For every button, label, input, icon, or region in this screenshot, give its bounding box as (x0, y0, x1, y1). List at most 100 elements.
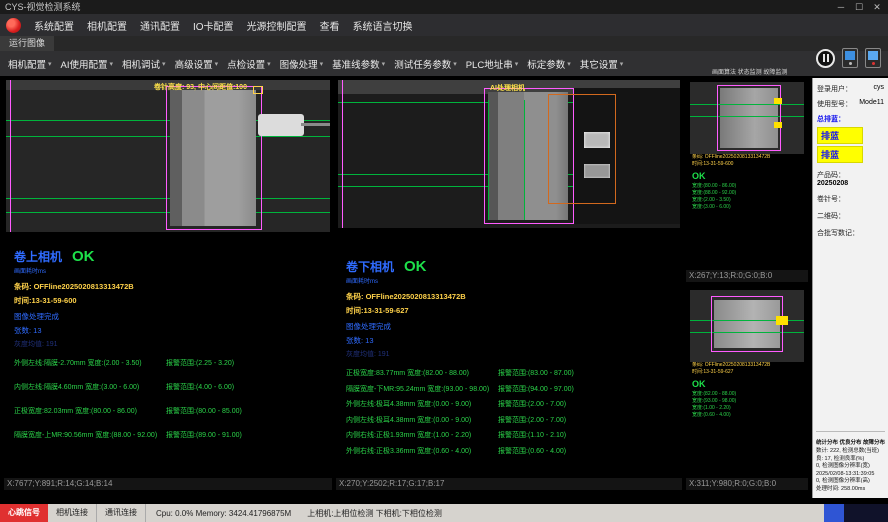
toolbar-item-calibration-params[interactable]: 标定参数▾ (527, 57, 571, 71)
measurement-text: 宽度:(0.60 - 4.00) (692, 412, 808, 419)
statistics-line: 数计: 222, 检测总数(当班) (816, 448, 886, 456)
camera-record-icon (872, 62, 875, 65)
cpu-memory-status: Cpu: 0.0% Memory: 3424.41796875M (156, 509, 291, 518)
titlebar: CYS-视觉检测系统 ─ ☐ ✕ (0, 0, 888, 14)
batch-write-label: 合批写数记： (817, 228, 884, 238)
toolbar-item-advanced-settings[interactable]: 高级设置▾ (175, 57, 219, 71)
menu-item-camera-config[interactable]: 相机配置 (87, 18, 127, 33)
blue-section-label: 总排蓝： (817, 114, 884, 124)
frame-count: 张数: 13 (14, 325, 328, 336)
roi-box-magenta (717, 85, 781, 151)
menu-item-comm-config[interactable]: 通讯配置 (140, 18, 180, 33)
minimize-button[interactable]: ─ (832, 0, 850, 14)
menu-item-view[interactable]: 查看 (320, 18, 340, 33)
status-indicator-group (824, 504, 888, 522)
toolbar-item-camera-debug[interactable]: 相机调试▾ (122, 57, 166, 71)
cursor-coordinates: X:270;Y:2502;R:17;G:17;B:17 (336, 478, 682, 490)
barcode-text: 条码: OFFline2025020813313472B (692, 362, 808, 369)
chevron-down-icon: ▾ (382, 60, 386, 68)
camera-image-lower: AI处理相机 (338, 80, 680, 228)
product-code-value: 20250208 (817, 180, 884, 187)
view-subtitle: 画面耗时ms (346, 276, 678, 285)
close-button[interactable]: ✕ (868, 0, 886, 14)
info-panel: 登录用户： cys 使用型号： Mode11 总排蓝： 排蓝 排蓝 产品码： 2… (812, 78, 888, 498)
highlight-yellow (776, 316, 788, 325)
measurement-row: 隔膜宽度-下MR:95.24mm 宽度:(93.00 - 98.00)报警范围:… (346, 384, 678, 394)
toolbar-label: PLC地址串 (466, 57, 513, 71)
camera-icon-2[interactable] (865, 48, 881, 68)
camera-icon-1[interactable] (842, 48, 858, 68)
menu-item-language-switch[interactable]: 系统语言切换 (353, 18, 413, 33)
measurement-text: 内侧左线:隔膜4.60mm 宽度:(3.00 - 6.00) (14, 382, 166, 392)
camera-view-upper[interactable]: 卷针高度: 93, 中心间距值:100 卷上相机 OK 画面耗时ms 条码: O… (4, 78, 332, 490)
toolbar-item-camera-config[interactable]: 相机配置▾ (8, 57, 52, 71)
roi-box-magenta (166, 86, 262, 230)
menu-item-io-config[interactable]: IO卡配置 (193, 18, 234, 33)
measurement-row: 隔膜宽度-上MR:90.56mm 宽度:(88.00 - 92.00)报警范围:… (14, 430, 328, 440)
measurement-list: 正极宽度:83.77mm 宽度:(82.00 - 88.00)报警范围:(83.… (346, 368, 678, 456)
toolbar-label: 高级设置 (175, 57, 213, 71)
maximize-button[interactable]: ☐ (850, 0, 868, 14)
camera-screen (845, 51, 855, 60)
toolbar-label: 测试任务参数 (394, 57, 451, 71)
barcode-text: 条码: OFFline2025020813313472B (692, 154, 808, 161)
toolbar-item-test-task-params[interactable]: 测试任务参数▾ (394, 57, 457, 71)
chevron-down-icon: ▾ (320, 60, 324, 68)
timestamp-text: 时间:13-31-59-627 (346, 305, 678, 316)
cursor-coordinates: X:7677;Y:891;R:14;G:14;B:14 (4, 478, 332, 490)
model-value: Mode11 (859, 99, 884, 109)
thumbnail-view-top[interactable]: 条码: OFFline2025020813313472B 时间:13-31-59… (686, 78, 808, 282)
statistics-block: 统计分布 优良分布 故障分布 数计: 222, 检测总数(当班) 良: 17, … (816, 440, 886, 494)
status-badge-yellow: 排蓝 (817, 127, 863, 144)
status-ok: OK (692, 171, 808, 181)
image-overlay-label: AI处理相机 (490, 83, 525, 93)
toolbar-item-plc-address[interactable]: PLC地址串▾ (466, 57, 519, 71)
alarm-range: 报警范围:(83.00 - 87.00) (498, 368, 574, 378)
roi-box-magenta (711, 296, 783, 352)
gray-value: 灰度均值: 191 (346, 349, 678, 359)
toolbar-label: AI使用配置 (61, 57, 108, 71)
measurement-list: 外侧左线:隔膜-2.70mm 宽度:(2.00 - 3.50)报警范围:(2.2… (14, 358, 328, 440)
camera-view-lower[interactable]: AI处理相机 卷下相机 OK 画面耗时ms 条码: OFFline2025020… (336, 78, 682, 490)
camera-image-upper: 卷针高度: 93, 中心间距值:100 (6, 80, 330, 232)
chevron-down-icon: ▾ (215, 60, 219, 68)
menu-item-system-config[interactable]: 系统配置 (34, 18, 74, 33)
toolbar-label: 其它设置 (580, 57, 618, 71)
chevron-down-icon: ▾ (453, 60, 457, 68)
login-user-value: cys (874, 84, 885, 94)
thumbnail-image (690, 82, 804, 154)
status-indicator-dark (844, 504, 888, 522)
toolbar-item-other-settings[interactable]: 其它设置▾ (580, 57, 624, 71)
measurement-text: 宽度:(82.00 - 88.00) (692, 391, 808, 398)
toolbar-item-spot-check[interactable]: 点检设置▾ (227, 57, 271, 71)
edge-line-magenta (342, 80, 343, 228)
measurement-row: 正极宽度:82.03mm 宽度:(80.00 - 86.00)报警范围:(80.… (14, 406, 328, 416)
timestamp-text: 时间:13-31-59-600 (692, 161, 808, 168)
measurement-text: 宽度:(93.00 - 98.00) (692, 398, 808, 405)
reflective-part (584, 164, 610, 178)
icon-tray (816, 42, 886, 74)
process-status: 图像处理完成 (346, 321, 678, 332)
alarm-range: 报警范围:(80.00 - 85.00) (166, 406, 242, 416)
cursor-coordinates: X:267;Y:13;R:0;G:0;B:0 (686, 270, 808, 282)
highlight-yellow (774, 98, 782, 104)
toolbar-item-ai-config[interactable]: AI使用配置▾ (61, 57, 114, 71)
alarm-range: 报警范围:(2.25 - 3.20) (166, 358, 234, 368)
thumbnail-view-bottom[interactable]: 条码: OFFline2025020813313472B 时间:13-31-59… (686, 286, 808, 490)
tab-run-image[interactable]: 运行图像 (0, 36, 54, 51)
process-status: 图像处理完成 (14, 311, 328, 322)
statistics-header: 统计分布 优良分布 故障分布 (816, 440, 886, 448)
menu-item-light-config[interactable]: 光源控制配置 (247, 18, 307, 33)
status-indicator-blue (824, 504, 844, 522)
pause-button[interactable] (816, 49, 835, 68)
chevron-down-icon: ▾ (515, 60, 519, 68)
toolbar-label: 标定参数 (527, 57, 565, 71)
window-title: CYS-视觉检测系统 (5, 2, 81, 12)
toolbar-item-baseline-params[interactable]: 基准线参数▾ (332, 57, 385, 71)
measurement-row: 外侧左线:极耳4.38mm 宽度:(0.00 - 9.00)报警范围:(2.00… (346, 399, 678, 409)
model-label: 使用型号： (817, 99, 852, 109)
toolbar-item-image-processing[interactable]: 图像处理▾ (280, 57, 324, 71)
barcode-text: 条码: OFFline2025020813313472B (14, 281, 328, 292)
alarm-range: 报警范围:(0.60 - 4.00) (498, 446, 566, 456)
status-badge-yellow: 排蓝 (817, 146, 863, 163)
